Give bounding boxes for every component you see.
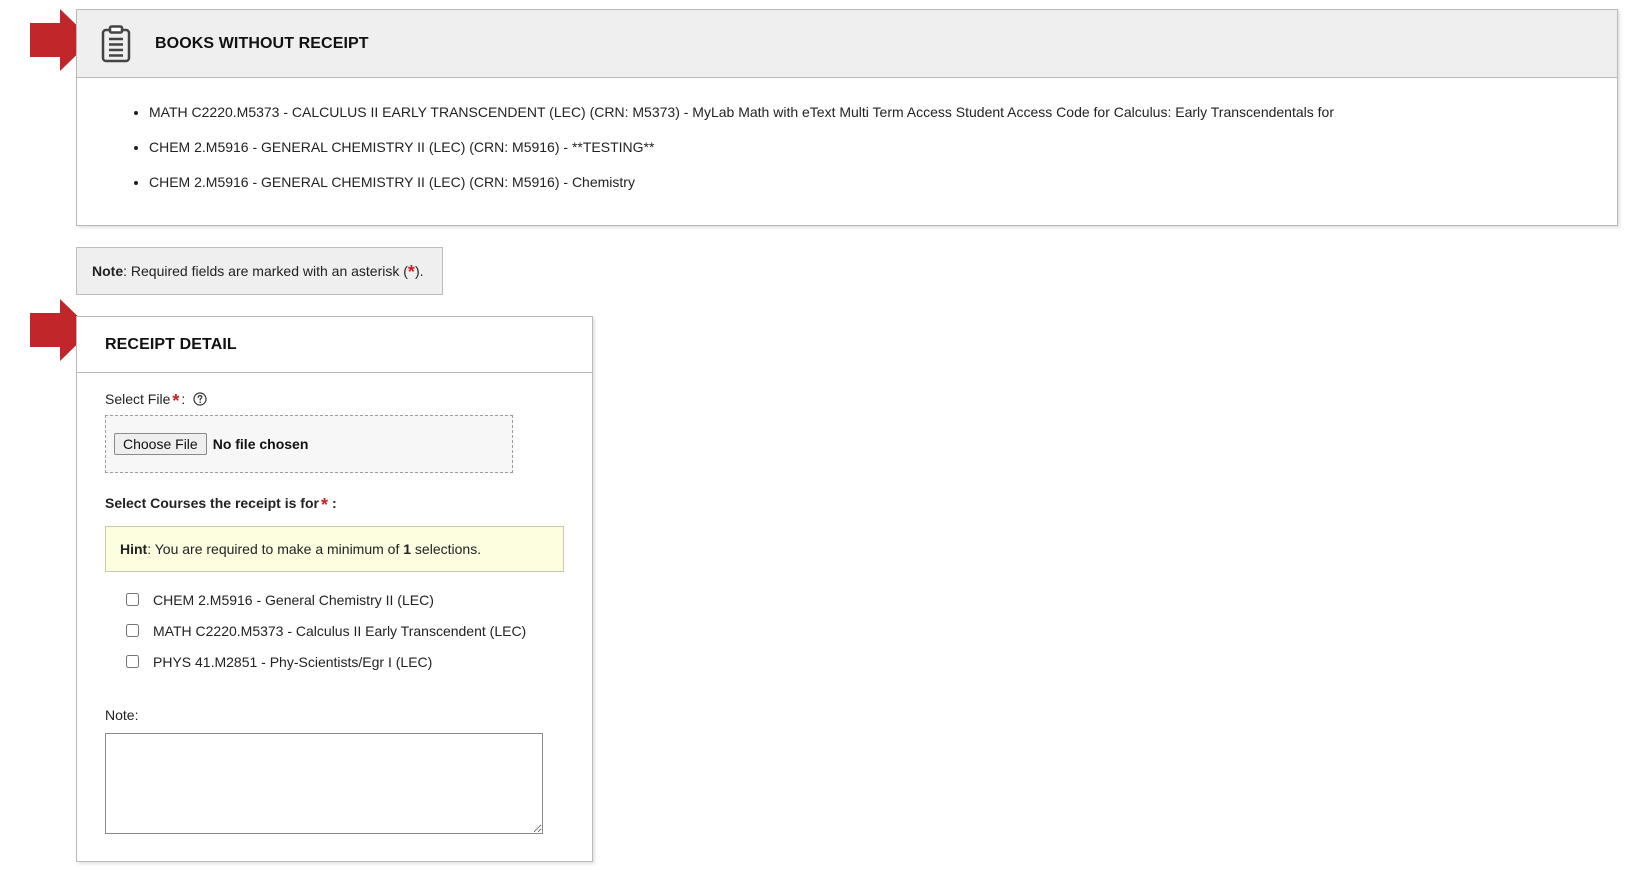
clipboard-icon (101, 24, 131, 62)
course-option-label: CHEM 2.M5916 - General Chemistry II (LEC… (153, 591, 434, 608)
receipt-detail-panel: RECEIPT DETAIL Select File * : Choose Fi… (76, 316, 593, 862)
course-option[interactable]: MATH C2220.M5373 - Calculus II Early Tra… (105, 615, 592, 646)
selection-hint: Hint: You are required to make a minimum… (105, 526, 564, 572)
book-item: CHEM 2.M5916 - GENERAL CHEMISTRY II (LEC… (149, 174, 1617, 191)
question-circle-icon[interactable] (193, 392, 207, 406)
required-asterisk: * (407, 262, 415, 282)
hint-text-before: : You are required to make a minimum of (147, 541, 404, 557)
hint-label: Hint (120, 541, 148, 557)
book-item: CHEM 2.M5916 - GENERAL CHEMISTRY II (LEC… (149, 139, 1617, 156)
receipt-panel-header: RECEIPT DETAIL (77, 317, 592, 373)
select-courses-label: Select Courses the receipt is for * : (105, 493, 592, 515)
course-option[interactable]: PHYS 41.M2851 - Phy-Scientists/Egr I (LE… (105, 646, 592, 677)
note-label: Note (92, 263, 124, 279)
file-drop-zone[interactable]: Choose File No file chosen (105, 415, 513, 473)
note-text-before: : Required fields are marked with an ast… (123, 263, 408, 279)
choose-file-button[interactable]: Choose File (114, 433, 207, 455)
hint-count: 1 (403, 541, 412, 557)
hint-text-after: selections. (411, 541, 482, 557)
books-without-receipt-panel: BOOKS WITHOUT RECEIPT MATH C2220.M5373 -… (76, 9, 1618, 226)
book-item: MATH C2220.M5373 - CALCULUS II EARLY TRA… (149, 104, 1617, 121)
books-list: MATH C2220.M5373 - CALCULUS II EARLY TRA… (77, 78, 1617, 191)
note-text-after: ). (414, 263, 424, 279)
required-asterisk: * (172, 391, 180, 411)
select-file-label-text: Select File (105, 391, 171, 407)
select-courses-colon: : (331, 495, 337, 511)
required-fields-note: Note: Required fields are marked with an… (76, 247, 443, 295)
required-asterisk: * (320, 495, 328, 515)
course-checkbox[interactable] (126, 655, 139, 668)
books-panel-title: BOOKS WITHOUT RECEIPT (155, 34, 369, 52)
receipt-panel-title: RECEIPT DETAIL (105, 335, 237, 353)
course-checkbox-list: CHEM 2.M5916 - General Chemistry II (LEC… (105, 584, 592, 677)
file-status: No file chosen (212, 436, 309, 452)
course-option-label: PHYS 41.M2851 - Phy-Scientists/Egr I (LE… (153, 653, 433, 670)
select-file-label: Select File * : (105, 389, 592, 411)
select-courses-label-text: Select Courses the receipt is for (105, 495, 319, 511)
course-checkbox[interactable] (126, 593, 139, 606)
note-field-label: Note: (105, 707, 139, 723)
course-option[interactable]: CHEM 2.M5916 - General Chemistry II (LEC… (105, 584, 592, 615)
note-textarea[interactable] (105, 733, 543, 834)
course-option-label: MATH C2220.M5373 - Calculus II Early Tra… (153, 622, 527, 639)
receipt-form: Select File * : Choose File No file chos… (77, 389, 592, 834)
select-file-colon: : (181, 391, 186, 407)
books-panel-header: BOOKS WITHOUT RECEIPT (77, 10, 1617, 78)
course-checkbox[interactable] (126, 624, 139, 637)
